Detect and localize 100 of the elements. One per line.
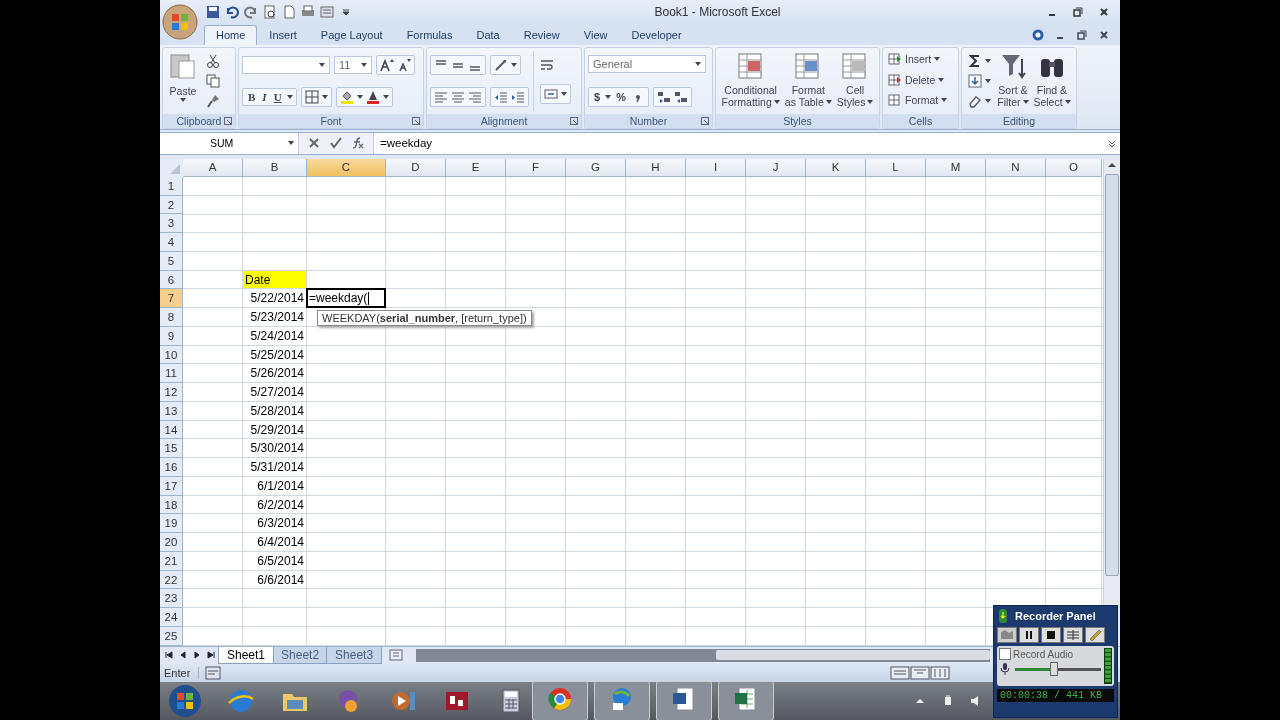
ribbon-button[interactable]: Cell Styles	[834, 51, 876, 111]
indent-icon[interactable]	[511, 90, 525, 105]
checkbox[interactable]	[999, 648, 1011, 660]
ribbon-button[interactable]: Conditional Formatting	[719, 51, 782, 111]
column-header[interactable]: C	[307, 158, 386, 177]
active-cell[interactable]: =weekday(	[306, 288, 386, 309]
ribbon-tab[interactable]: Review	[511, 25, 572, 46]
fill-down-icon[interactable]	[968, 74, 983, 88]
sheet-tab[interactable]: Sheet2	[272, 646, 329, 664]
orientation-icon[interactable]	[494, 57, 508, 72]
sheet-nav-icon[interactable]	[206, 650, 216, 661]
ribbon-button[interactable]: Format	[886, 93, 955, 108]
settings-icon[interactable]	[1063, 627, 1083, 643]
pen-icon[interactable]	[1085, 627, 1105, 643]
start-button[interactable]	[168, 684, 202, 718]
ribbon-tab[interactable]: Page Layout	[308, 25, 395, 46]
taskbar-button[interactable]	[594, 681, 650, 720]
column-header[interactable]: G	[566, 158, 626, 177]
restore-icon[interactable]	[1076, 28, 1088, 41]
number-format-dropdown[interactable]: General	[588, 55, 706, 74]
check-icon[interactable]	[329, 136, 343, 151]
name-box[interactable]: SUM	[160, 132, 298, 154]
paste-button[interactable]: Paste	[166, 51, 200, 111]
fill-color-icon[interactable]	[339, 90, 354, 105]
save-icon[interactable]	[206, 5, 220, 20]
undo-icon[interactable]	[225, 5, 239, 20]
indent-icon[interactable]	[494, 90, 508, 105]
font-style-button[interactable]: U	[271, 91, 284, 104]
font-size-dropdown[interactable]: 11	[334, 55, 372, 74]
stop-icon[interactable]	[1041, 627, 1061, 643]
grow-font-icon[interactable]	[380, 57, 394, 72]
row-header[interactable]: 8	[160, 308, 183, 327]
ribbon-tab[interactable]: Formulas	[394, 25, 465, 46]
row-header[interactable]: 7	[160, 289, 183, 309]
taskbar-button[interactable]	[718, 681, 774, 720]
eraser-icon[interactable]	[968, 94, 983, 109]
close-icon[interactable]	[1098, 28, 1110, 41]
scroll-thumb[interactable]	[716, 650, 990, 661]
column-header[interactable]: E	[446, 158, 506, 177]
column-header[interactable]: H	[626, 158, 686, 177]
font-style-button[interactable]: I	[260, 91, 269, 104]
ribbon-tab[interactable]: Insert	[257, 25, 309, 46]
vertical-scrollbar[interactable]	[1103, 158, 1120, 646]
brush-icon[interactable]	[206, 93, 220, 108]
sheet-tab[interactable]: Sheet3	[326, 646, 383, 664]
column-header[interactable]: J	[746, 158, 806, 177]
row-header[interactable]: 15	[160, 439, 183, 459]
ribbon-button[interactable]: Insert	[886, 51, 955, 66]
sheet-tab[interactable]: Sheet1	[218, 646, 275, 664]
horizontal-scrollbar[interactable]	[416, 648, 990, 662]
column-header[interactable]: L	[866, 158, 926, 177]
row-header[interactable]: 19	[160, 514, 183, 534]
ribbon-tab[interactable]: Data	[464, 25, 512, 46]
row-header[interactable]: 24	[160, 608, 183, 627]
row-header[interactable]: 16	[160, 458, 183, 477]
column-header[interactable]: B	[243, 158, 307, 177]
print-preview-icon[interactable]	[263, 5, 277, 20]
row-header[interactable]: 12	[160, 383, 183, 402]
scroll-thumb[interactable]	[1105, 173, 1119, 576]
row-header[interactable]: 23	[160, 589, 183, 609]
dialog-launcher-icon[interactable]	[412, 116, 420, 125]
column-header[interactable]: O	[1046, 158, 1102, 177]
row-header[interactable]: 4	[160, 233, 183, 252]
row-header[interactable]: 11	[160, 364, 183, 384]
column-header[interactable]: N	[986, 158, 1046, 177]
borders-icon[interactable]	[304, 90, 319, 105]
row-header[interactable]: 3	[160, 214, 183, 234]
redo-icon[interactable]	[244, 5, 258, 20]
ribbon-button[interactable]: Find & Select	[1031, 51, 1073, 111]
sheet-nav-icon[interactable]	[164, 650, 174, 661]
column-header[interactable]: I	[686, 158, 746, 177]
insert-function-icon[interactable]	[351, 136, 365, 151]
font-style-button[interactable]: B	[246, 91, 258, 104]
font-color-icon[interactable]	[365, 90, 380, 105]
sheet-nav-icon[interactable]	[192, 650, 202, 661]
dialog-launcher-icon[interactable]	[224, 116, 232, 125]
currency-button[interactable]: $	[592, 90, 603, 103]
scissors-icon[interactable]	[206, 54, 220, 69]
wrap-text-icon[interactable]	[540, 57, 554, 72]
row-header[interactable]: 20	[160, 533, 183, 552]
ribbon-button[interactable]: Sort & Filter	[995, 51, 1031, 111]
decimal-icon[interactable]	[656, 89, 671, 104]
help-icon[interactable]	[1032, 28, 1044, 41]
formula-field[interactable]: =weekday	[374, 137, 1107, 150]
expand-icon[interactable]	[1107, 138, 1117, 149]
restore-icon[interactable]	[1072, 6, 1084, 19]
taskbar-button[interactable]	[532, 681, 588, 720]
power-icon[interactable]	[942, 695, 954, 707]
decimal-icon[interactable]	[673, 89, 688, 104]
ribbon-tab[interactable]: Developer	[619, 25, 694, 46]
sheet-nav-icon[interactable]	[178, 650, 188, 661]
column-header[interactable]: D	[386, 158, 446, 177]
pause-icon[interactable]	[1019, 627, 1039, 643]
taskbar-button[interactable]	[656, 681, 712, 720]
column-header[interactable]: K	[806, 158, 866, 177]
merge-cells-icon[interactable]	[544, 87, 558, 102]
copy-icon[interactable]	[206, 74, 220, 88]
ribbon-tab[interactable]: Home	[204, 25, 258, 46]
percent-button[interactable]: %	[614, 90, 628, 103]
new-document-icon[interactable]	[282, 5, 296, 20]
